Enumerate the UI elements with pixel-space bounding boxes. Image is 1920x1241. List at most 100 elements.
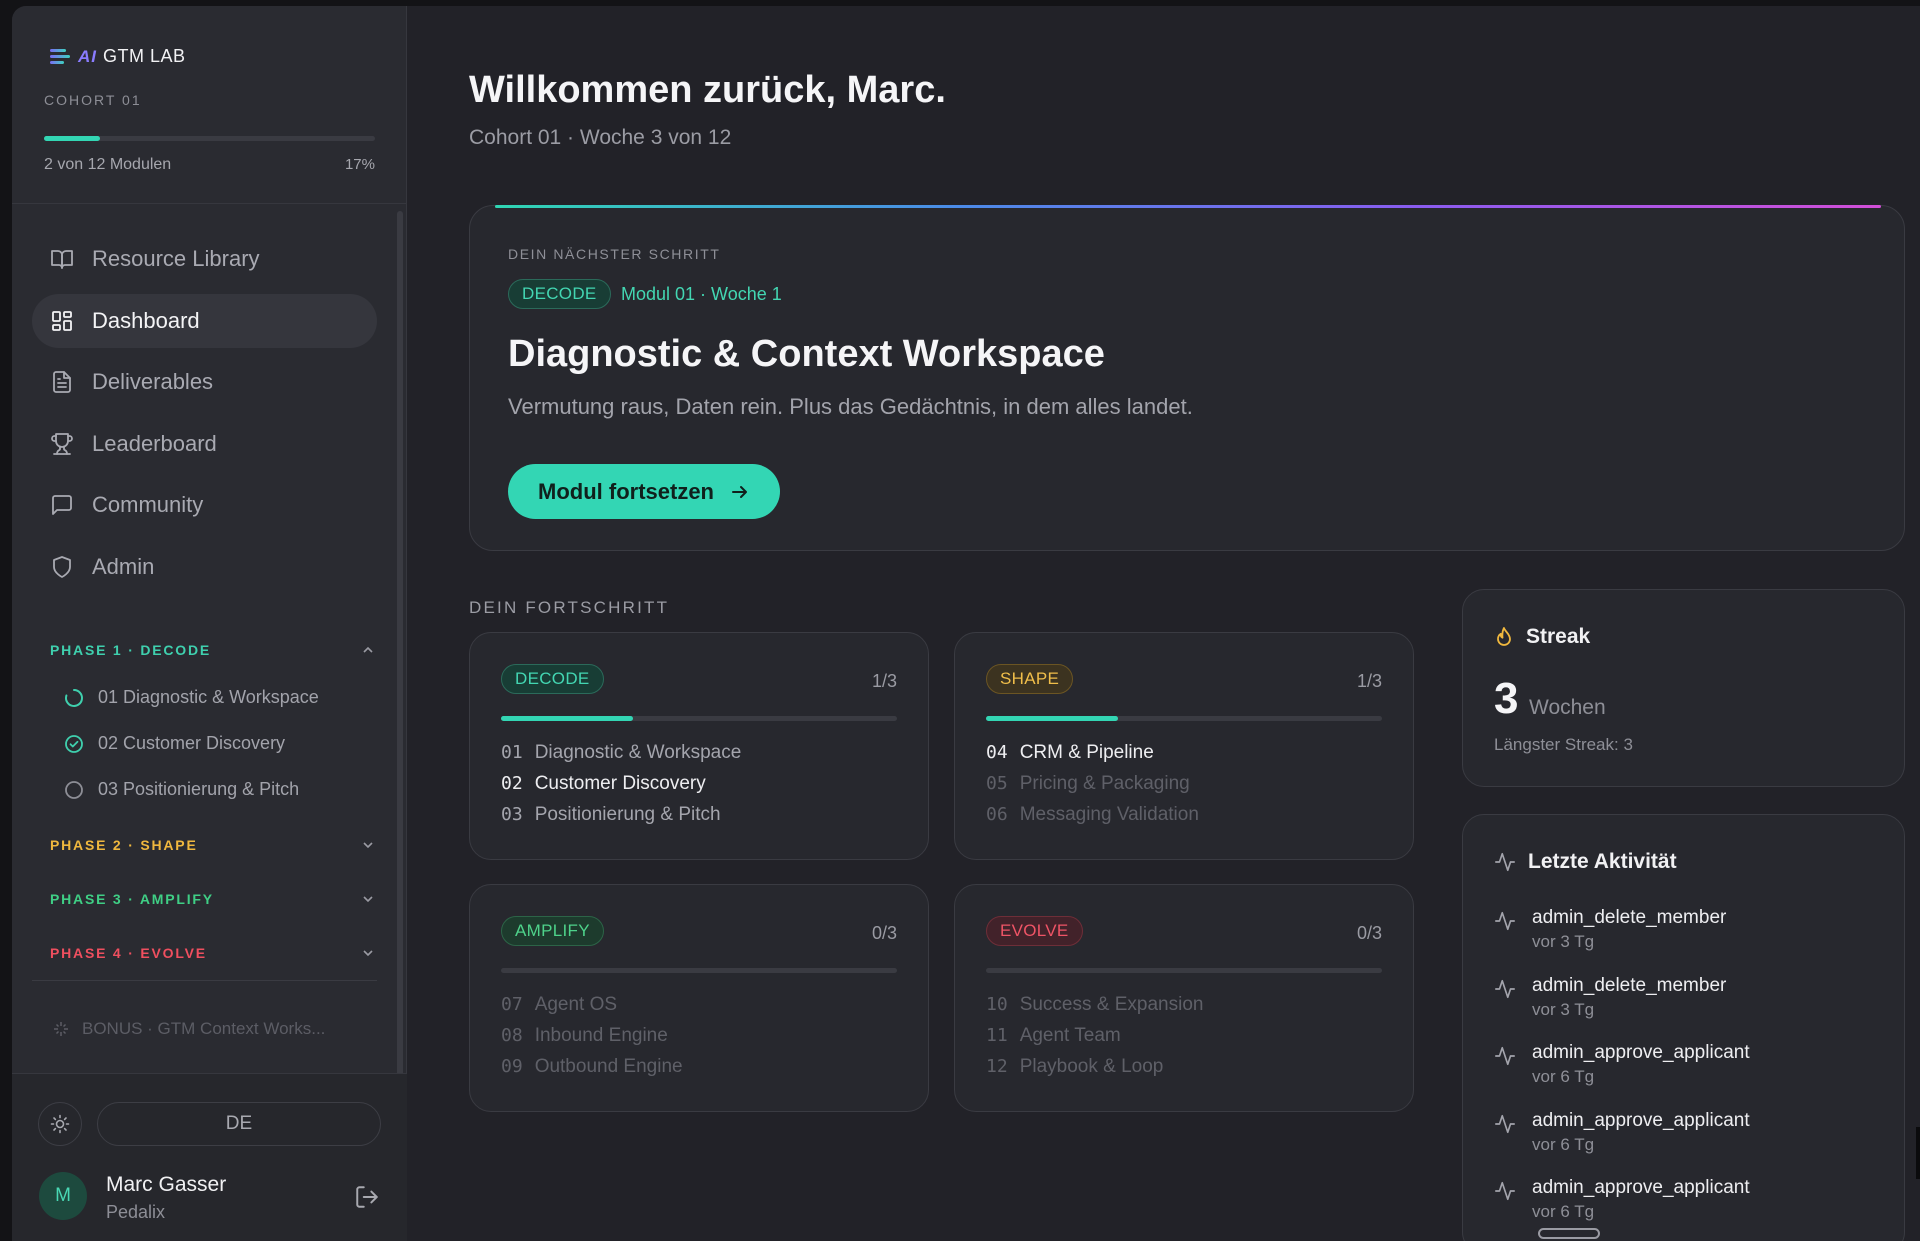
module-label: Playbook & Loop bbox=[1019, 1056, 1164, 1077]
phase-1-toggle[interactable]: PHASE 1 · DECODE bbox=[50, 642, 375, 658]
logo-text: GTM LAB bbox=[103, 46, 186, 66]
logo[interactable]: AI GTM LAB bbox=[50, 46, 186, 67]
in-progress-icon bbox=[65, 688, 83, 707]
nav-item-admin[interactable]: Admin bbox=[32, 540, 377, 594]
activity-item[interactable]: admin_approve_applicant vor 6 Tg bbox=[1494, 1177, 1750, 1241]
module-label: Diagnostic & Workspace bbox=[534, 742, 742, 763]
module-number: 10 bbox=[986, 994, 1008, 1015]
nav-label: Leaderboard bbox=[92, 430, 217, 456]
sidebar-scrollbar[interactable] bbox=[397, 211, 403, 1076]
activity-time: vor 3 Tg bbox=[1532, 999, 1595, 1019]
phase-card-decode[interactable]: DECODE 1/3 01 Diagnostic & Workspace 02 Cu… bbox=[469, 632, 929, 860]
nav-item-leaderboard[interactable]: Leaderboard bbox=[32, 417, 377, 471]
language-button[interactable]: DE bbox=[97, 1102, 381, 1146]
module-item[interactable]: 10 Success & Expansion bbox=[986, 994, 1203, 1025]
progress-section-label: DEIN FORTSCHRITT bbox=[469, 598, 670, 617]
module-item[interactable]: 12 Playbook & Loop bbox=[986, 1056, 1203, 1087]
module-item[interactable]: 05 Pricing & Packaging bbox=[986, 773, 1199, 804]
activity-pulse-icon bbox=[1495, 1181, 1515, 1201]
module-progress-label: 2 von 12 Modulen bbox=[44, 156, 172, 173]
phase-badge: AMPLIFY bbox=[501, 916, 604, 946]
continue-module-button[interactable]: Modul fortsetzen bbox=[508, 464, 780, 519]
home-indicator[interactable] bbox=[1538, 1228, 1600, 1239]
sidebar-module-02[interactable]: 02 Customer Discovery bbox=[64, 733, 285, 754]
bonus-module-link[interactable]: BONUS · GTM Context Works... bbox=[52, 1019, 325, 1039]
empty-circle-icon bbox=[65, 780, 83, 799]
module-number: 04 bbox=[986, 742, 1008, 763]
nav-item-dashboard[interactable]: Dashboard bbox=[32, 293, 377, 348]
sun-icon bbox=[50, 1114, 70, 1134]
module-item[interactable]: 06 Messaging Validation bbox=[986, 804, 1199, 835]
nav-label: Deliverables bbox=[92, 369, 214, 394]
module-item[interactable]: 04 CRM & Pipeline bbox=[986, 742, 1199, 773]
activity-time: vor 6 Tg bbox=[1532, 1134, 1595, 1154]
module-number: 07 bbox=[501, 994, 523, 1015]
module-number: 03 bbox=[501, 804, 523, 825]
module-item[interactable]: 02 Customer Discovery bbox=[501, 773, 741, 804]
avatar[interactable]: M bbox=[39, 1172, 87, 1220]
theme-toggle-button[interactable] bbox=[38, 1102, 82, 1146]
main-nav: Resource Library Dashboard Deliverables … bbox=[32, 232, 377, 601]
phase-card-shape[interactable]: SHAPE 1/3 04 CRM & Pipeline 05 Pricing & P… bbox=[954, 632, 1414, 860]
activity-item[interactable]: admin_delete_member vor 3 Tg bbox=[1494, 975, 1750, 1043]
module-number: 02 bbox=[501, 773, 523, 794]
phase-badge: EVOLVE bbox=[986, 916, 1083, 946]
phase-2-toggle[interactable]: PHASE 2 · SHAPE bbox=[50, 837, 375, 853]
module-label: Pricing & Packaging bbox=[1019, 773, 1190, 794]
phase-count: 1/3 bbox=[1356, 671, 1382, 691]
module-item[interactable]: 01 Diagnostic & Workspace bbox=[501, 742, 741, 773]
chevron-up-icon bbox=[363, 646, 373, 653]
user-organization: Pedalix bbox=[106, 1202, 166, 1222]
module-item[interactable]: 07 Agent OS bbox=[501, 994, 683, 1025]
nav-item-deliverables[interactable]: Deliverables bbox=[32, 355, 377, 409]
trophy-icon bbox=[50, 432, 74, 456]
module-label: Agent OS bbox=[534, 994, 618, 1015]
module-item[interactable]: 03 Positionierung & Pitch bbox=[501, 804, 741, 835]
phase-card-evolve[interactable]: EVOLVE 0/3 10 Success & Expansion 11 Agent… bbox=[954, 884, 1414, 1112]
module-number: 09 bbox=[501, 1056, 523, 1077]
window-edge bbox=[1916, 1127, 1920, 1179]
logout-icon[interactable] bbox=[354, 1184, 380, 1210]
bonus-label: BONUS · GTM Context Works... bbox=[82, 1019, 326, 1038]
activity-name: admin_approve_applicant bbox=[1532, 1109, 1750, 1131]
chevron-down-icon bbox=[363, 950, 373, 957]
module-number: 08 bbox=[501, 1025, 523, 1046]
document-icon bbox=[50, 370, 74, 394]
activity-pulse-icon bbox=[1495, 852, 1515, 872]
activity-title: Letzte Aktivität bbox=[1528, 850, 1677, 873]
activity-item[interactable]: admin_approve_applicantvor 6 Tg bbox=[1494, 1110, 1750, 1178]
module-label: Outbound Engine bbox=[534, 1056, 683, 1077]
module-label: Inbound Engine bbox=[534, 1025, 668, 1046]
activity-item[interactable]: admin_delete_member vor 3 Tg bbox=[1494, 907, 1750, 975]
module-label: Customer Discovery bbox=[534, 773, 706, 794]
sidebar-module-01[interactable]: 01 Diagnostic & Workspace bbox=[64, 687, 319, 708]
activity-time: vor 6 Tg bbox=[1532, 1202, 1595, 1221]
nav-item-resource-library[interactable]: Resource Library bbox=[32, 232, 377, 286]
module-label: 02 Customer Discovery bbox=[98, 733, 286, 753]
phase-badge: SHAPE bbox=[986, 664, 1074, 694]
longest-streak: Längster Streak: 3 bbox=[1494, 735, 1633, 754]
nav-label: Resource Library bbox=[92, 246, 260, 271]
page-subtitle: Cohort 01 · Woche 3 von 12 bbox=[469, 126, 732, 149]
phase-card-amplify[interactable]: AMPLIFY 0/3 07 Agent OS 08 Inbound Engine … bbox=[469, 884, 929, 1112]
phase-4-toggle[interactable]: PHASE 4 · EVOLVE bbox=[50, 945, 375, 961]
module-item[interactable]: 09 Outbound Engine bbox=[501, 1056, 683, 1087]
phase-3-toggle[interactable]: PHASE 3 · AMPLIFY bbox=[50, 891, 375, 907]
shield-icon bbox=[50, 555, 74, 579]
module-item[interactable]: 11 Agent Team bbox=[986, 1025, 1203, 1056]
module-number: 01 bbox=[501, 742, 523, 763]
app-window: AI GTM LAB COHORT 01 2 von 12 Modulen 17… bbox=[12, 6, 1920, 1241]
activity-item[interactable]: admin_approve_applicant vor 6 Tg bbox=[1494, 1042, 1750, 1110]
module-progress-bar bbox=[44, 136, 375, 141]
nav-item-community[interactable]: Community bbox=[32, 478, 377, 532]
logo-mark-icon bbox=[50, 48, 72, 66]
activity-pulse-icon bbox=[1495, 1046, 1515, 1066]
module-item[interactable]: 08 Inbound Engine bbox=[501, 1025, 683, 1056]
module-meta: Modul 01 · Woche 1 bbox=[621, 284, 782, 304]
sidebar: AI GTM LAB COHORT 01 2 von 12 Modulen 17… bbox=[12, 6, 407, 1241]
phase-progress-bar bbox=[501, 968, 897, 973]
module-label: Agent Team bbox=[1019, 1025, 1121, 1046]
sidebar-divider bbox=[32, 980, 377, 981]
sidebar-module-03[interactable]: 03 Positionierung & Pitch bbox=[64, 779, 299, 800]
module-list: 10 Success & Expansion 11 Agent Team 12 Pla… bbox=[986, 994, 1203, 1087]
